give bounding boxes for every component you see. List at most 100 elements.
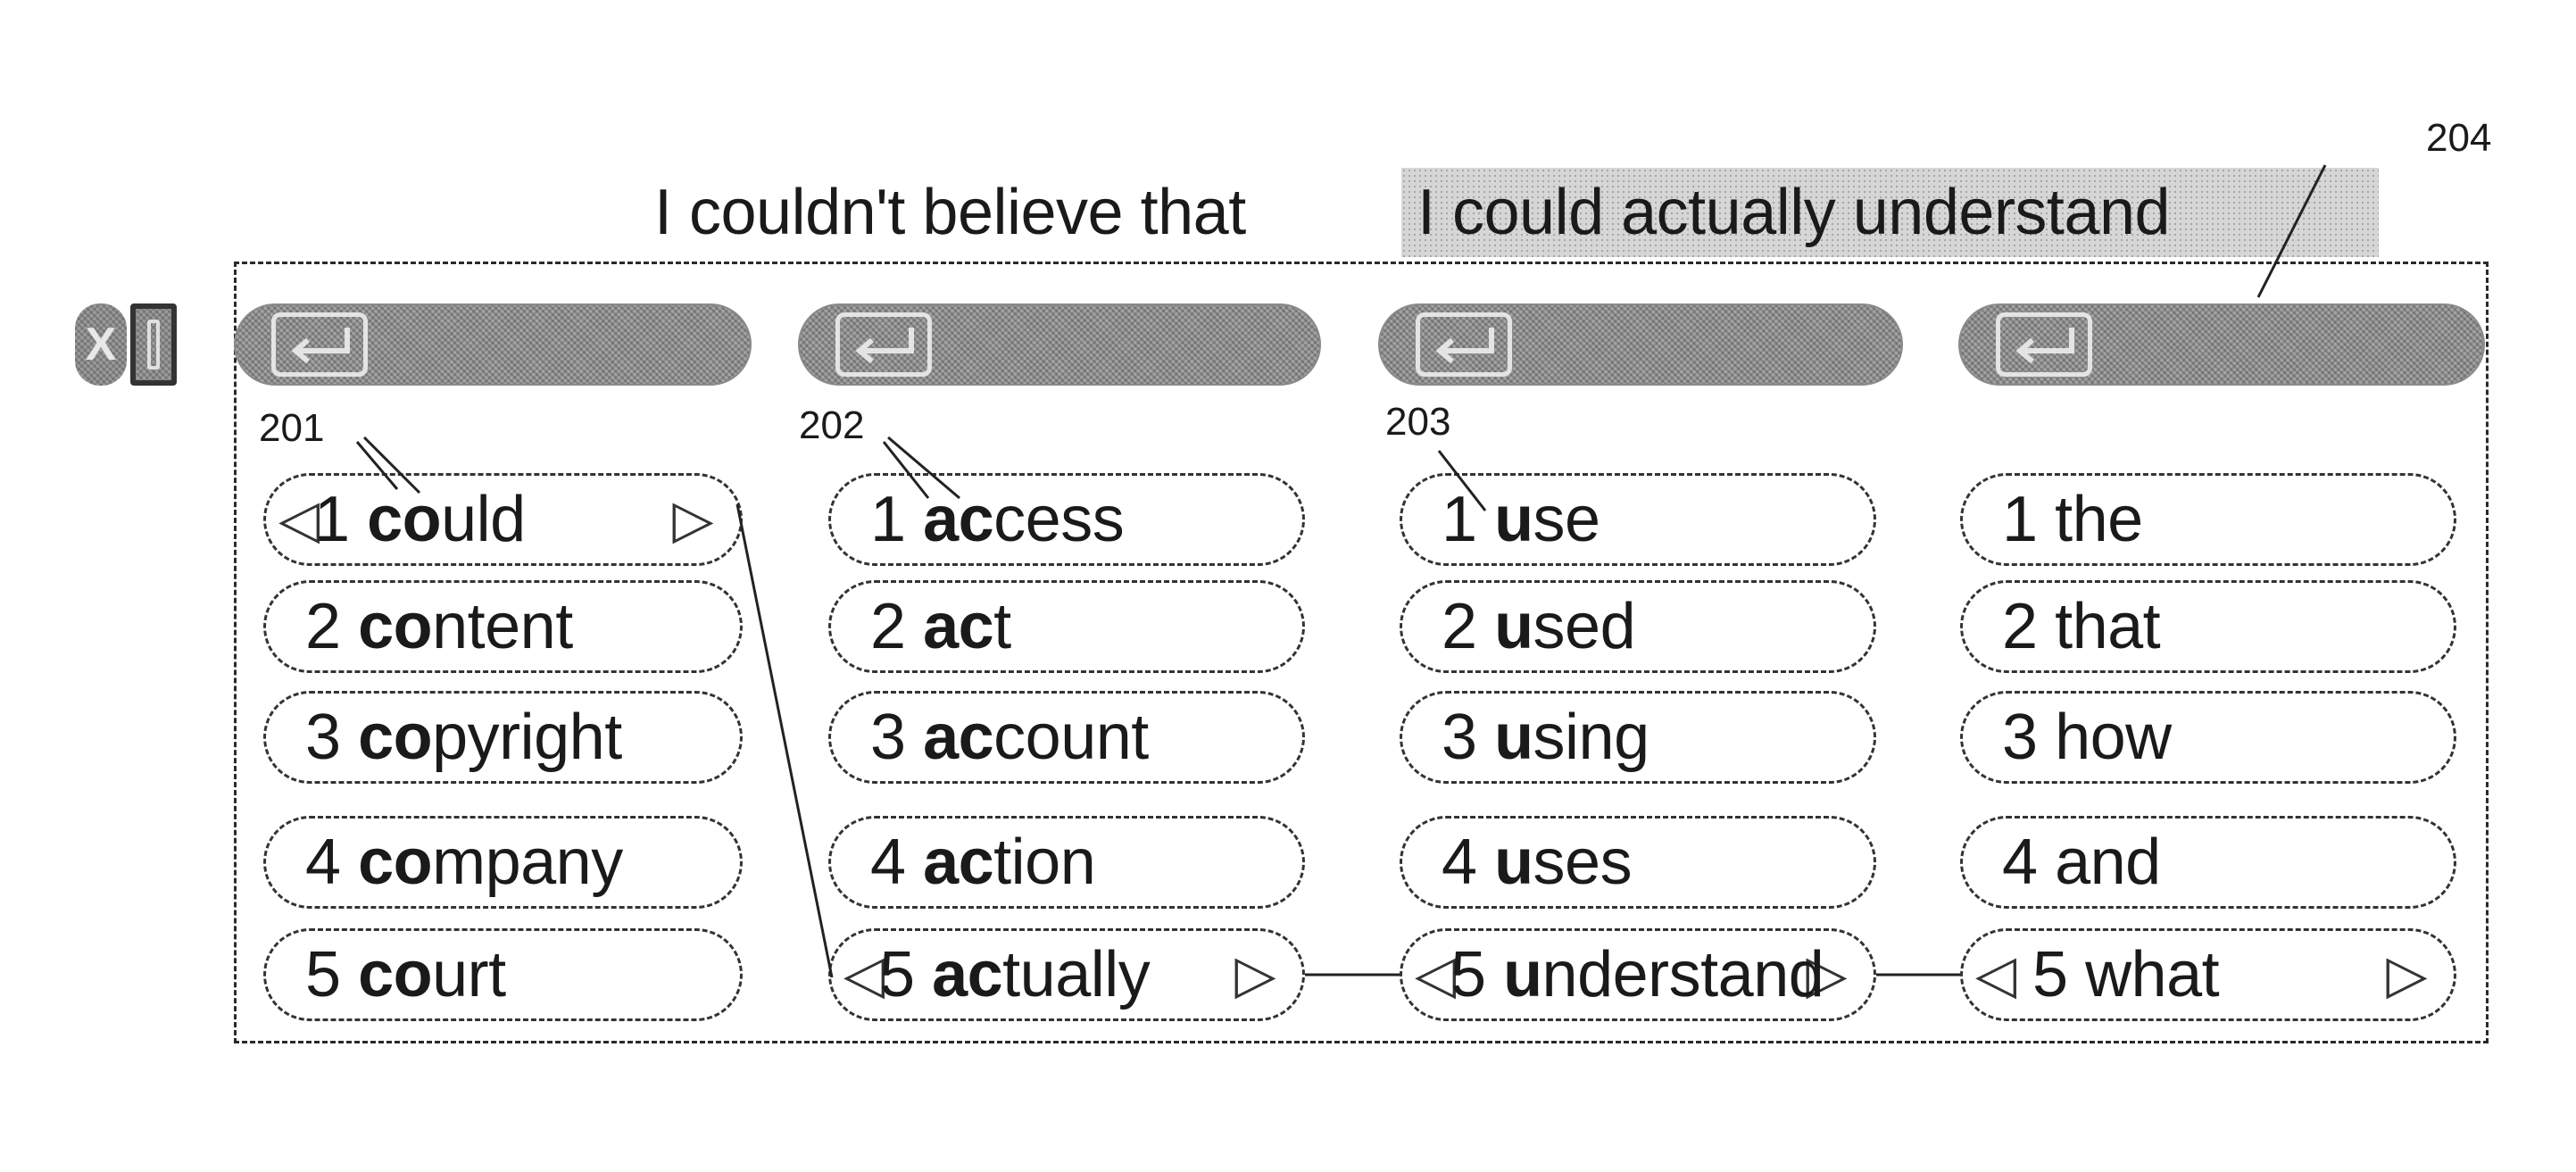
candidate-suffix: uld [441,484,526,555]
candidate-chip[interactable]: 4 company [263,816,743,909]
candidate-prefix: co [358,702,433,773]
candidate-prefix: u [1494,702,1533,773]
candidate-number: 5 [879,939,915,1010]
candidate-suffix: sing [1533,702,1650,773]
candidate-chip[interactable]: 1 the [1960,473,2456,566]
candidate-number: 1 [2002,484,2038,555]
candidate-suffix: how [2055,702,2172,773]
candidate-label: 3 copyright [305,694,622,781]
candidate-chip[interactable]: 3 how [1960,691,2456,784]
arrow-right-icon[interactable]: ▷ [672,476,713,563]
arrow-left-icon[interactable]: ◁ [1975,931,2016,1018]
candidate-chip[interactable]: 2 act [828,580,1305,673]
candidate-prefix: co [358,591,433,662]
candidate-chip[interactable]: 2 used [1400,580,1876,673]
candidate-prefix: u [1494,591,1533,662]
candidate-prefix: ac [923,591,994,662]
candidate-chip[interactable]: ◁ ▷ 5 what [1960,928,2456,1021]
candidate-label: 1 access [870,476,1125,563]
candidate-chip[interactable]: ◁ ▷ 1 could [263,473,743,566]
candidate-number: 4 [2002,827,2038,898]
candidate-number: 2 [870,591,906,662]
candidate-suffix: mpany [432,827,623,898]
candidate-suffix: and [2055,827,2161,898]
close-icon: X [85,319,117,370]
sentence-composing-text[interactable]: I could actually understand [1401,168,2379,257]
candidate-label: 4 action [870,819,1096,906]
candidate-label: 4 uses [1442,819,1633,906]
move-handle-icon [147,320,160,370]
reference-label-204: 204 [2426,116,2492,160]
candidate-number: 1 [870,484,906,555]
candidate-label: 2 that [2002,583,2161,670]
candidate-chip[interactable]: 3 copyright [263,691,743,784]
candidate-prefix: ac [923,827,994,898]
candidate-suffix: what [2085,939,2220,1010]
arrow-right-icon[interactable]: ▷ [2386,931,2427,1018]
candidate-number: 2 [305,591,341,662]
candidate-label: 1 the [2002,476,2143,563]
enter-icon [271,312,368,377]
candidate-chip[interactable]: 2 content [263,580,743,673]
candidate-label: 3 how [2002,694,2172,781]
candidate-chip[interactable]: 5 court [263,928,743,1021]
arrow-right-icon[interactable]: ▷ [1234,931,1276,1018]
candidate-prefix: ac [932,939,1003,1010]
candidate-prefix: ac [923,484,994,555]
candidate-label: 1 use [1442,476,1600,563]
candidate-number: 4 [870,827,906,898]
candidate-suffix: sed [1533,591,1636,662]
enter-icon [835,312,932,377]
candidate-prefix: ac [923,702,994,773]
candidate-number: 2 [1442,591,1477,662]
move-handle-button[interactable] [130,303,177,386]
arrow-left-icon[interactable]: ◁ [278,476,320,563]
candidate-suffix: the [2055,484,2143,555]
candidate-suffix: t [993,591,1011,662]
candidate-label: 5 what [2032,931,2220,1018]
candidate-suffix: that [2055,591,2161,662]
column-tab-3[interactable] [1378,303,1903,386]
candidate-number: 5 [2032,939,2068,1010]
candidate-chip[interactable]: 4 and [1960,816,2456,909]
candidate-label: 4 company [305,819,623,906]
candidate-suffix: nderstand [1541,939,1824,1010]
close-button[interactable]: X [75,303,127,386]
candidate-chip[interactable]: 4 uses [1400,816,1876,909]
candidate-prefix: co [358,827,433,898]
candidate-suffix: pyright [432,702,622,773]
candidate-chip[interactable]: 3 using [1400,691,1876,784]
candidate-label: 2 content [305,583,573,670]
reference-label-202: 202 [799,403,865,447]
arrow-left-icon[interactable]: ◁ [1415,931,1456,1018]
candidate-suffix: ses [1533,827,1633,898]
candidate-suffix: tion [993,827,1096,898]
candidate-suffix: se [1533,484,1601,555]
candidate-chip[interactable]: 1 use [1400,473,1876,566]
candidate-label: 5 understand [1450,931,1824,1018]
arrow-left-icon[interactable]: ◁ [843,931,885,1018]
candidate-label: 4 and [2002,819,2161,906]
column-tab-1[interactable] [234,303,752,386]
candidate-label: 3 account [870,694,1149,781]
candidate-suffix: count [993,702,1149,773]
candidate-number: 3 [2002,702,2038,773]
candidate-chip[interactable]: 4 action [828,816,1305,909]
candidate-chip[interactable]: 2 that [1960,580,2456,673]
column-tab-4[interactable] [1958,303,2485,386]
candidate-label: 3 using [1442,694,1649,781]
candidate-chip[interactable]: ◁ ▷ 5 understand [1400,928,1876,1021]
candidate-chip[interactable]: 1 access [828,473,1305,566]
candidate-number: 3 [870,702,906,773]
sentence-committed-text: I couldn't believe that [654,177,1246,248]
candidate-prefix: co [367,484,442,555]
column-tab-2[interactable] [798,303,1321,386]
candidate-suffix: ntent [432,591,573,662]
candidate-chip[interactable]: 3 account [828,691,1305,784]
candidate-label: 2 act [870,583,1011,670]
candidate-suffix: urt [432,939,506,1010]
candidate-number: 1 [314,484,350,555]
candidate-chip[interactable]: ◁ ▷ 5 actually [828,928,1305,1021]
candidate-number: 5 [1450,939,1486,1010]
candidate-number: 3 [305,702,341,773]
